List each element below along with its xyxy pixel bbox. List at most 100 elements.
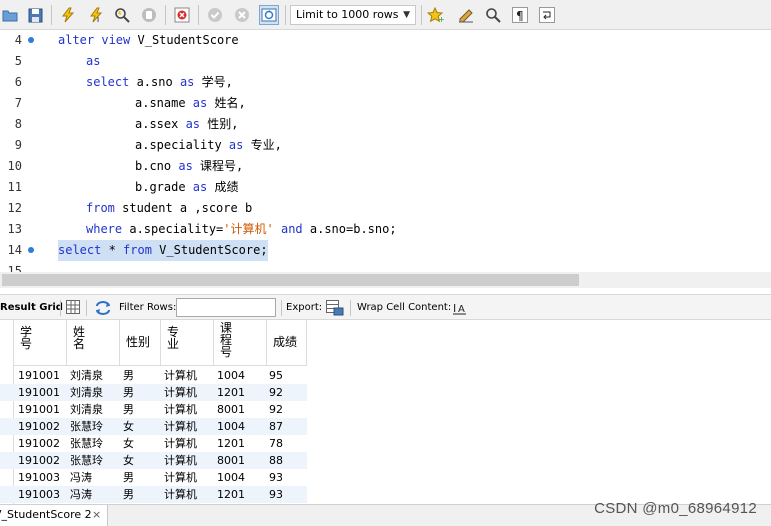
column-header-ssex[interactable]: 性别	[120, 320, 161, 366]
editor-horizontal-scrollbar[interactable]	[0, 272, 771, 288]
table-cell[interactable]: 191002	[18, 435, 60, 452]
limit-rows-select[interactable]: Limit to 1000 rows ▼	[290, 5, 416, 25]
toolbar-separator	[281, 300, 282, 316]
filter-rows-input[interactable]	[176, 298, 276, 317]
code-text: a.sname as 姓名,	[135, 96, 246, 110]
column-header-sno[interactable]: 学号	[14, 320, 67, 366]
table-row[interactable]: 191001 刘清泉 男 计算机 8001 92	[0, 401, 307, 418]
table-cell[interactable]: 刘清泉	[70, 384, 103, 401]
svg-text:¶: ¶	[516, 9, 524, 23]
code-line: 13 where a.speciality='计算机' and a.sno=b.…	[0, 219, 771, 240]
export-icon[interactable]	[326, 300, 344, 316]
beautify-icon[interactable]	[456, 5, 476, 25]
save-icon[interactable]	[25, 5, 45, 25]
table-cell[interactable]: 女	[123, 418, 134, 435]
table-row[interactable]: 191002 张慧玲 女 计算机 1201 78	[0, 435, 307, 452]
table-cell[interactable]: 张慧玲	[70, 452, 103, 469]
open-folder-icon[interactable]	[0, 5, 20, 25]
stop-icon[interactable]	[139, 5, 159, 25]
commit-icon[interactable]	[205, 5, 225, 25]
table-cell[interactable]: 男	[123, 401, 134, 418]
column-header-speciality[interactable]: 专业	[161, 320, 214, 366]
column-header-grade[interactable]: 成绩	[267, 320, 307, 366]
column-header-sname[interactable]: 姓名	[67, 320, 120, 366]
execute-icon[interactable]	[58, 5, 78, 25]
table-cell[interactable]: 87	[269, 418, 283, 435]
wrap-cell-icon[interactable]: IA	[452, 300, 468, 316]
table-cell[interactable]: 刘清泉	[70, 367, 103, 384]
table-row[interactable]: 191002 张慧玲 女 计算机 8001 88	[0, 452, 307, 469]
table-cell[interactable]: 92	[269, 384, 283, 401]
table-cell[interactable]: 191001	[18, 367, 60, 384]
table-cell[interactable]: 93	[269, 486, 283, 503]
sql-editor[interactable]: 4 alter view V_StudentScore 5 as 6 selec…	[0, 30, 771, 272]
table-cell[interactable]: 191002	[18, 418, 60, 435]
table-cell[interactable]: 计算机	[164, 486, 197, 503]
table-cell[interactable]: 78	[269, 435, 283, 452]
bookmark-star-icon[interactable]: +	[425, 5, 445, 25]
grid-view-icon[interactable]	[66, 300, 82, 316]
table-row[interactable]: 191003 冯涛 男 计算机 1004 93	[0, 469, 307, 486]
column-header-cno[interactable]: 课程号	[214, 320, 267, 366]
result-tab[interactable]: V_StudentScore 2 ×	[0, 505, 108, 526]
table-cell[interactable]: 191001	[18, 384, 60, 401]
table-cell[interactable]: 计算机	[164, 367, 197, 384]
wrap-icon[interactable]	[537, 5, 557, 25]
code-text: alter view V_StudentScore	[58, 33, 239, 47]
table-cell[interactable]: 191001	[18, 401, 60, 418]
table-cell[interactable]: 1004	[217, 418, 245, 435]
table-cell[interactable]: 92	[269, 401, 283, 418]
table-cell[interactable]: 95	[269, 367, 283, 384]
result-grid-label[interactable]: Result Grid	[0, 301, 63, 315]
table-cell[interactable]: 男	[123, 384, 134, 401]
table-cell[interactable]: 8001	[217, 401, 245, 418]
table-cell[interactable]: 191003	[18, 469, 60, 486]
invisible-chars-icon[interactable]: ¶	[510, 5, 530, 25]
table-cell[interactable]: 男	[123, 486, 134, 503]
autocommit-icon[interactable]	[259, 5, 279, 25]
sql-editor-toolbar: I Limit to 1000 rows ▼ + ¶	[0, 0, 771, 30]
table-cell[interactable]: 计算机	[164, 418, 197, 435]
table-cell[interactable]: 张慧玲	[70, 435, 103, 452]
table-cell[interactable]: 88	[269, 452, 283, 469]
explain-icon[interactable]	[112, 5, 132, 25]
table-cell[interactable]: 191003	[18, 486, 60, 503]
close-icon[interactable]: ×	[92, 505, 101, 525]
rollback-icon[interactable]	[232, 5, 252, 25]
table-row[interactable]: 191001 刘清泉 男 计算机 1004 95	[0, 367, 307, 384]
table-cell[interactable]: 男	[123, 469, 134, 486]
table-cell[interactable]: 刘清泉	[70, 401, 103, 418]
find-icon[interactable]	[483, 5, 503, 25]
code-text: a.ssex as 性别,	[135, 117, 239, 131]
table-cell[interactable]: 1004	[217, 469, 245, 486]
table-cell[interactable]: 张慧玲	[70, 418, 103, 435]
execute-current-icon[interactable]: I	[86, 5, 106, 25]
table-cell[interactable]: 93	[269, 469, 283, 486]
table-cell[interactable]: 1201	[217, 435, 245, 452]
table-cell[interactable]: 191002	[18, 452, 60, 469]
result-grid[interactable]: 学号 姓名 性别 专业 课程号 成绩 191001 刘清泉男计算机 1004 95 19…	[0, 320, 771, 504]
table-cell[interactable]: 计算机	[164, 452, 197, 469]
table-cell[interactable]: 计算机	[164, 435, 197, 452]
table-row[interactable]: 191001 刘清泉 男 计算机 1201 92	[0, 384, 307, 401]
table-cell[interactable]: 女	[123, 452, 134, 469]
table-cell[interactable]: 1201	[217, 384, 245, 401]
refresh-icon[interactable]	[94, 300, 110, 316]
watermark: CSDN @m0_68964912	[594, 500, 757, 517]
table-cell[interactable]: 8001	[217, 452, 245, 469]
table-cell[interactable]: 1201	[217, 486, 245, 503]
line-number: 9	[14, 138, 22, 152]
code-line: 10 b.cno as 课程号,	[0, 156, 771, 177]
table-cell[interactable]: 冯涛	[70, 486, 92, 503]
table-row[interactable]: 191003 冯涛 男 计算机 1201 93	[0, 486, 307, 503]
table-cell[interactable]: 冯涛	[70, 469, 92, 486]
table-cell[interactable]: 计算机	[164, 469, 197, 486]
toggle-error-icon[interactable]	[172, 5, 192, 25]
scrollbar-thumb[interactable]	[2, 274, 579, 286]
table-cell[interactable]: 男	[123, 367, 134, 384]
table-cell[interactable]: 计算机	[164, 384, 197, 401]
table-cell[interactable]: 1004	[217, 367, 245, 384]
table-cell[interactable]: 女	[123, 435, 134, 452]
table-row[interactable]: 191002 张慧玲 女 计算机 1004 87	[0, 418, 307, 435]
table-cell[interactable]: 计算机	[164, 401, 197, 418]
